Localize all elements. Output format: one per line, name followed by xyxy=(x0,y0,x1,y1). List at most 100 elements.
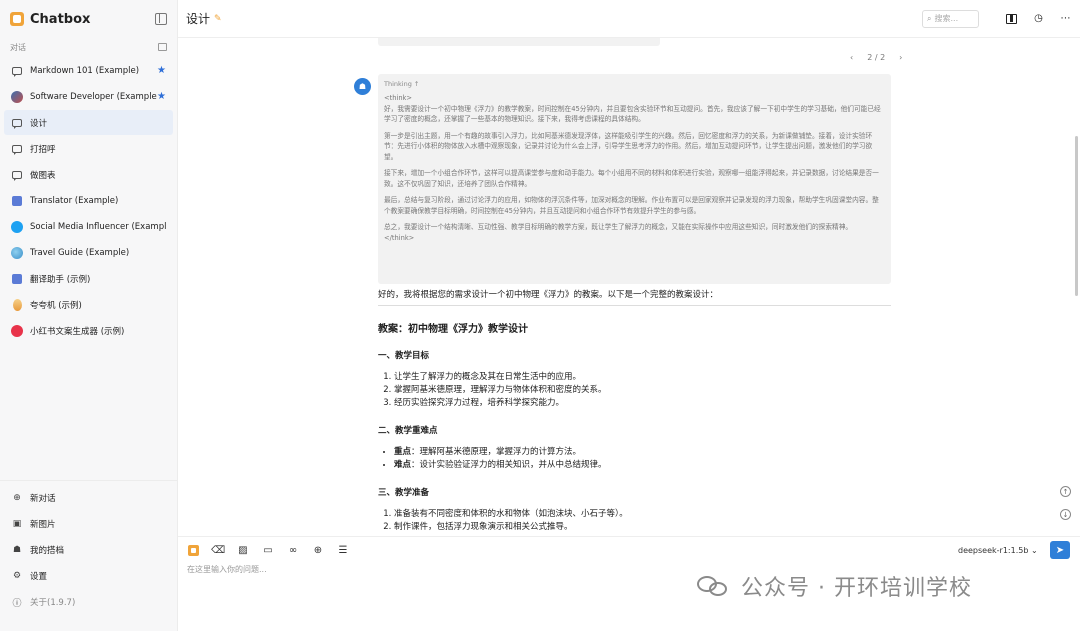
answer-intro: 好的，我将根据您的需求设计一个初中物理《浮力》的教案。以下是一个完整的教案设计： xyxy=(378,288,891,306)
scrollbar[interactable] xyxy=(1075,136,1078,296)
keypoints-list: 重点：理解阿基米德原理，掌握浮力的计算方法。 难点：设计实验验证浮力的相关知识，… xyxy=(378,446,891,472)
objectives-list: 让学生了解浮力的概念及其在日常生活中的应用。 掌握阿基米德原理，理解浮力与物体体… xyxy=(378,371,891,410)
my-partners-label: 我的搭档 xyxy=(30,546,65,556)
new-image-button[interactable]: ▣ 新图片 xyxy=(4,511,173,537)
more-icon[interactable]: ⋯ xyxy=(1059,12,1072,25)
message-pager: ‹ 2 / 2 › xyxy=(843,53,909,62)
previous-message xyxy=(378,38,660,46)
assistant-avatar-icon: ☗ xyxy=(354,78,371,95)
chat-header: 设计 ✎ ⌕ 搜索... ◷ ⋯ xyxy=(178,0,1080,38)
conversation-item-markdown[interactable]: Markdown 101 (Example) ★ xyxy=(4,58,173,83)
history-icon[interactable]: ◷ xyxy=(1032,12,1045,25)
conversation-item-software-developer[interactable]: Software Developer (Example) ★ xyxy=(4,84,173,109)
globe-icon xyxy=(11,246,23,259)
wechat-icon xyxy=(697,574,731,598)
conversation-item-xiaohongshu[interactable]: 小红书文案生成器 (示例) xyxy=(4,318,173,343)
conversation-item-translator[interactable]: Translator (Example) xyxy=(4,188,173,213)
star-icon[interactable]: ★ xyxy=(157,65,166,76)
eraser-icon[interactable]: ⌫ xyxy=(211,544,225,556)
chatbox-logo-icon[interactable] xyxy=(187,544,199,556)
header-actions: ⌕ 搜索... ◷ ⋯ xyxy=(922,9,1072,28)
list-item: 经历实验探究浮力过程，培养科学探究能力。 xyxy=(394,397,891,410)
section-heading: 三、教学准备 xyxy=(378,488,430,498)
xiaohongshu-icon xyxy=(11,324,23,337)
collapse-sidebar-icon[interactable] xyxy=(155,13,167,25)
star-icon[interactable]: ★ xyxy=(157,91,166,102)
search-placeholder: 搜索... xyxy=(934,14,959,23)
conversation-item-social-media[interactable]: Social Media Influencer (Example) xyxy=(4,214,173,239)
info-icon: ⓘ xyxy=(12,598,22,609)
conversation-item-travel-guide[interactable]: Travel Guide (Example) xyxy=(4,240,173,265)
image-icon[interactable]: ▨ xyxy=(237,544,249,556)
send-button[interactable]: ➤ xyxy=(1050,541,1070,559)
clear-conversations-icon[interactable] xyxy=(158,43,167,51)
my-partners-button[interactable]: ☗ 我的搭档 xyxy=(4,537,173,563)
model-name: deepseek-r1:1.5b xyxy=(958,546,1029,555)
search-icon: ⌕ xyxy=(927,13,932,23)
settings-button[interactable]: ⚙ 设置 xyxy=(4,563,173,589)
conversation-item-chart[interactable]: 做图表 xyxy=(4,162,173,187)
robot-icon: ☗ xyxy=(12,545,22,555)
settings-sliders-icon[interactable]: ☰ xyxy=(337,544,349,556)
sidebar: Chatbox 对话 Markdown 101 (Example) ★ Soft… xyxy=(0,0,178,631)
list-term: 难点 xyxy=(394,460,412,470)
next-version-icon[interactable]: › xyxy=(899,53,902,62)
app-window: Chatbox 对话 Markdown 101 (Example) ★ Soft… xyxy=(0,0,1080,631)
composer-toolbar: ⌫ ▨ ▭ ∞ ⊕ ☰ xyxy=(187,544,362,556)
twitter-icon xyxy=(11,220,23,233)
about-button[interactable]: ⓘ 关于(1.9.7) xyxy=(4,589,173,615)
model-selector[interactable]: deepseek-r1:1.5b ⌄ xyxy=(958,546,1038,555)
conversation-label: 设计 xyxy=(30,118,48,129)
chat-icon xyxy=(11,65,23,77)
list-text: ：设计实验验证浮力的相关知识，并从中总结规律。 xyxy=(411,460,607,470)
avatar-icon xyxy=(11,273,23,285)
conversations-header: 对话 xyxy=(0,38,177,56)
thinking-paragraph: <think> 好，我需要设计一个初中物理《浮力》的教学教案，时间控制在45分钟… xyxy=(384,94,881,123)
scroll-top-icon[interactable]: ↑ xyxy=(1060,486,1071,497)
conversation-item-design[interactable]: 设计 xyxy=(4,110,173,135)
thinking-paragraph: 最后，总结与复习阶段，通过讨论浮力的应用，如物体的浮沉条件等，加深对概念的理解。… xyxy=(384,196,879,215)
chat-main: 设计 ✎ ⌕ 搜索... ◷ ⋯ ‹ 2 / 2 › ☗ Thinking ↑ … xyxy=(178,0,1080,631)
collapse-thinking-icon[interactable]: ↑ xyxy=(414,80,419,88)
conversation-label: Software Developer (Example) xyxy=(30,91,158,102)
sidebar-footer: ⊕ 新对话 ▣ 新图片 ☗ 我的搭档 ⚙ 设置 ⓘ 关于(1.9.7) xyxy=(0,480,177,619)
conversation-label: 翻译助手 (示例) xyxy=(30,274,91,285)
scroll-bottom-icon[interactable]: ↓ xyxy=(1060,509,1071,520)
settings-label: 设置 xyxy=(30,572,48,582)
about-label: 关于(1.9.7) xyxy=(30,598,76,608)
thinking-paragraph: 第一步是引出主题，用一个有趣的故事引入浮力，比如阿基米德发现浮体，这样能吸引学生… xyxy=(384,131,873,161)
pencil-icon[interactable]: ✎ xyxy=(214,14,222,24)
avatar-icon xyxy=(11,195,23,207)
link-icon[interactable]: ∞ xyxy=(287,544,299,556)
prev-version-icon[interactable]: ‹ xyxy=(850,53,853,62)
image-icon: ▣ xyxy=(12,519,22,529)
conversation-item-translate-assistant[interactable]: 翻译助手 (示例) xyxy=(4,266,173,291)
globe-icon[interactable]: ⊕ xyxy=(312,544,324,556)
app-name: Chatbox xyxy=(30,11,91,27)
watermark: 公众号 · 开环培训学校 xyxy=(697,570,972,602)
chat-title[interactable]: 设计 xyxy=(186,10,210,27)
chevron-updown-icon: ⌄ xyxy=(1030,546,1038,555)
chat-icon xyxy=(11,117,23,129)
conversation-item-greeting[interactable]: 打招呼 xyxy=(4,136,173,161)
thinking-header[interactable]: Thinking ↑ xyxy=(384,80,885,88)
thinking-label: Thinking xyxy=(384,80,412,88)
new-chat-button[interactable]: ⊕ 新对话 xyxy=(4,485,173,511)
thinking-paragraph: 接下来，增加一个小组合作环节，这样可以提高课堂参与度和动手能力。每个小组用不同的… xyxy=(384,169,879,188)
search-box[interactable]: ⌕ 搜索... xyxy=(922,9,979,28)
conversation-label: 夸夸机 (示例) xyxy=(30,300,82,311)
section-heading: 一、教学目标 xyxy=(378,351,430,361)
list-item: 难点：设计实验验证浮力的相关知识，并从中总结规律。 xyxy=(394,459,891,472)
new-image-label: 新图片 xyxy=(30,520,56,530)
list-item: 准备装有不同密度和体积的水和物体（如泡沫块、小石子等）。 xyxy=(394,508,891,521)
list-term: 重点 xyxy=(394,447,412,457)
conversation-label: Social Media Influencer (Example) xyxy=(30,221,166,232)
watermark-text: 公众号 · 开环培训学校 xyxy=(741,576,972,601)
new-chat-label: 新对话 xyxy=(30,494,56,504)
folder-icon[interactable]: ▭ xyxy=(262,544,274,556)
preparation-list: 准备装有不同密度和体积的水和物体（如泡沫块、小石子等）。 制作课件，包括浮力现象… xyxy=(378,508,891,534)
conversation-item-praise-bot[interactable]: 夸夸机 (示例) xyxy=(4,292,173,317)
message-list: ‹ 2 / 2 › ☗ Thinking ↑ <think> 好，我需要设计一个… xyxy=(178,38,1080,536)
toggle-layout-icon[interactable] xyxy=(1005,12,1018,25)
avatar-icon xyxy=(11,298,23,311)
